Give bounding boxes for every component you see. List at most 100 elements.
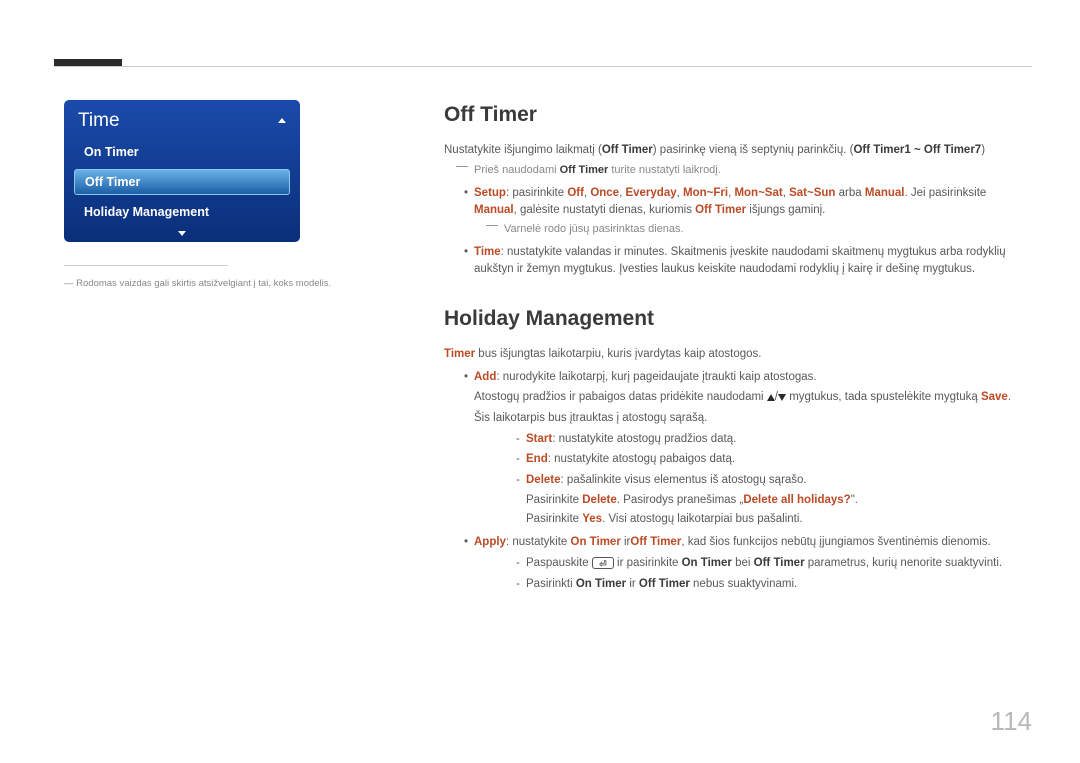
add-item: Add: nurodykite laikotarpį, kurį pageida…	[444, 369, 1032, 528]
text-bold: Off Timer	[602, 144, 653, 156]
label: On Timer	[571, 536, 621, 548]
label: Delete all holidays?	[743, 494, 850, 506]
off-timer-intro: Nustatykite išjungimo laikmatį (Off Time…	[444, 142, 1032, 159]
delete-line2: Pasirinkite Delete. Pasirodys pranešimas…	[526, 492, 1032, 509]
text: : nustatykite valandas ir minutes. Skait…	[474, 246, 1006, 275]
text: : nustatykite	[506, 536, 571, 548]
page-number: 114	[991, 706, 1032, 737]
caret-down-icon	[178, 231, 186, 236]
text: : nustatykite atostogų pradžios datą.	[552, 433, 736, 445]
text: arba	[835, 187, 864, 199]
text: turite nustatyti laikrodį.	[608, 164, 721, 176]
content-area: Off Timer Nustatykite išjungimo laikmatį…	[444, 100, 1032, 592]
text: : nustatykite atostogų pabaigos datą.	[548, 453, 735, 465]
label: Delete	[526, 474, 561, 486]
text: ir pasirinkite	[614, 557, 682, 569]
text: )	[981, 144, 985, 156]
apply-sublist: Paspauskite ⏎ ir pasirinkite On Timer be…	[504, 555, 1032, 592]
down-arrow-icon	[778, 394, 786, 401]
header-accent	[54, 59, 122, 66]
off-timer-heading: Off Timer	[444, 100, 1032, 130]
label: Apply	[474, 536, 506, 548]
text: Pasirinkite	[526, 513, 582, 525]
text-bold: On Timer	[576, 578, 626, 590]
text: . Jei pasirinksite	[904, 187, 986, 199]
apply-sub2: Pasirinkti On Timer ir Off Timer nebus s…	[504, 576, 1032, 593]
panel-item-off-timer[interactable]: Off Timer	[74, 169, 290, 195]
text-bold: Off Timer	[560, 164, 609, 176]
label: End	[526, 453, 548, 465]
text: ir	[621, 536, 631, 548]
dash-icon: ―	[64, 278, 74, 289]
label: Add	[474, 371, 496, 383]
text-bold: Off Timer	[639, 578, 690, 590]
label: Time	[474, 246, 501, 258]
text-bold: Off Timer	[754, 557, 805, 569]
label: Yes	[582, 513, 602, 525]
end-item: End: nustatykite atostogų pabaigos datą.	[504, 451, 1032, 468]
delete-item: Delete: pašalinkite visus elementus iš a…	[504, 472, 1032, 528]
text: nebus suaktyvinami.	[690, 578, 797, 590]
text: , kad šios funkcijos nebūtų įjungiamos š…	[681, 536, 990, 548]
text-bold: Off Timer	[695, 204, 746, 216]
panel-item-on-timer[interactable]: On Timer	[74, 140, 290, 164]
caret-up-icon	[278, 118, 286, 123]
label: Setup	[474, 187, 506, 199]
panel-note-divider	[64, 265, 228, 266]
text: Varnelė rodo jūsų pasirinktas dienas.	[504, 223, 684, 235]
holiday-intro: Timer bus išjungtas laikotarpiu, kuris į…	[444, 346, 1032, 363]
panel-note: ― Rodomas vaizdas gali skirtis atsižvelg…	[64, 278, 331, 289]
checkmark-note: Varnelė rodo jūsų pasirinktas dienas.	[474, 222, 1032, 238]
text: Pasirinkti	[526, 578, 576, 590]
text-bold: On Timer	[682, 557, 732, 569]
time-item: Time: nustatykite valandas ir minutes. S…	[444, 244, 1032, 277]
text: . Pasirodys pranešimas „	[617, 494, 744, 506]
text: : nurodykite laikotarpį, kurį pageidauja…	[496, 371, 816, 383]
add-sublist: Start: nustatykite atostogų pradžios dat…	[504, 431, 1032, 528]
apply-item: Apply: nustatykite On Timer irOff Timer,…	[444, 534, 1032, 592]
dash-icon	[486, 225, 498, 226]
opt: Once	[590, 187, 619, 199]
start-item: Start: nustatykite atostogų pradžios dat…	[504, 431, 1032, 448]
text: Prieš naudodami	[474, 164, 560, 176]
time-menu-panel: Time On Timer Off Timer Holiday Manageme…	[64, 100, 300, 242]
text: bus išjungtas laikotarpiu, kuris įvardyt…	[475, 348, 761, 360]
text: Atostogų pradžios ir pabaigos datas prid…	[474, 391, 767, 403]
text: išjungs gaminį.	[746, 204, 825, 216]
holiday-heading: Holiday Management	[444, 304, 1032, 334]
opt: Manual	[474, 204, 514, 216]
opt: Mon~Fri	[683, 187, 728, 199]
panel-scroll-row	[64, 229, 300, 236]
text: : pašalinkite visus elementus iš atostog…	[561, 474, 807, 486]
opt: Mon~Sat	[734, 187, 782, 199]
setup-item: Setup: pasirinkite Off, Once, Everyday, …	[444, 185, 1032, 238]
enter-button-icon: ⏎	[592, 557, 614, 569]
panel-item-holiday-management[interactable]: Holiday Management	[74, 200, 290, 224]
opt: Sat~Sun	[789, 187, 835, 199]
add-line2: Atostogų pradžios ir pabaigos datas prid…	[474, 389, 1032, 406]
up-arrow-icon	[767, 394, 775, 401]
opt: Everyday	[625, 187, 676, 199]
text: bei	[732, 557, 754, 569]
opt: Off	[567, 187, 584, 199]
off-timer-list: Setup: pasirinkite Off, Once, Everyday, …	[444, 185, 1032, 278]
text: . Visi atostogų laikotarpiai bus pašalin…	[602, 513, 803, 525]
text: Paspauskite	[526, 557, 592, 569]
text: ir	[626, 578, 639, 590]
panel-note-text: Rodomas vaizdas gali skirtis atsižvelgia…	[76, 278, 331, 289]
text: Nustatykite išjungimo laikmatį (	[444, 144, 602, 156]
text: , galėsite nustatyti dienas, kuriomis	[514, 204, 696, 216]
text: parametrus, kurių nenorite suaktyvinti.	[805, 557, 1003, 569]
text: mygtukus, tada spustelėkite mygtuką	[786, 391, 981, 403]
text-bold: Off Timer1 ~ Off Timer7	[853, 144, 981, 156]
panel-title-row: Time	[64, 100, 300, 140]
header-divider	[54, 66, 1032, 67]
off-timer-prereq-note: Prieš naudodami Off Timer turite nustaty…	[444, 163, 1032, 179]
label: Timer	[444, 348, 475, 360]
apply-sub1: Paspauskite ⏎ ir pasirinkite On Timer be…	[504, 555, 1032, 572]
label: Start	[526, 433, 552, 445]
delete-line3: Pasirinkite Yes. Visi atostogų laikotarp…	[526, 511, 1032, 528]
text: : pasirinkite	[506, 187, 567, 199]
holiday-list: Add: nurodykite laikotarpį, kurį pageida…	[444, 369, 1032, 592]
add-line3: Šis laikotarpis bus įtrauktas į atostogų…	[474, 410, 1032, 427]
